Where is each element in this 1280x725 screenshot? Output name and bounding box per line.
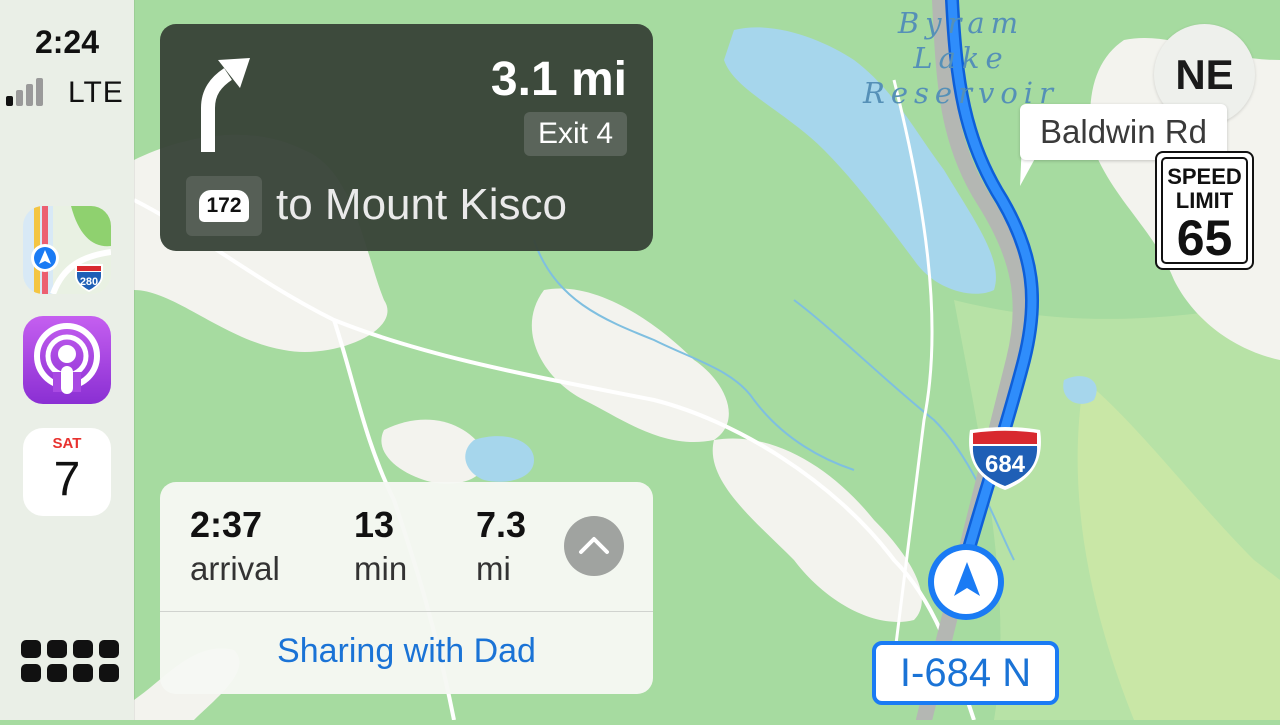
trip-info-card[interactable]: 2:37 arrival 13 min 7.3 mi Sharing with … bbox=[160, 482, 653, 694]
maps-app-button[interactable]: 280 bbox=[23, 206, 111, 294]
distance-value: 7.3 bbox=[476, 504, 527, 545]
divider bbox=[160, 611, 653, 612]
interstate-shield-number: 684 bbox=[985, 451, 1026, 478]
exit-badge: Exit 4 bbox=[523, 112, 627, 156]
water-body-label: Byram Lake Reservoir bbox=[863, 6, 1059, 110]
cellular-signal-icon bbox=[6, 78, 43, 106]
speed-limit-sign: SPEED LIMIT 65 bbox=[1155, 151, 1254, 270]
route-shield-icon: 172 bbox=[186, 176, 262, 236]
status-time: 2:24 bbox=[34, 24, 100, 60]
network-type: LTE bbox=[68, 76, 124, 109]
maneuver-distance: 3.1 mi bbox=[490, 53, 627, 106]
speed-limit-value: 65 bbox=[1176, 210, 1233, 266]
turn-guidance-card[interactable]: 3.1 mi Exit 4 172 to Mount Kisco bbox=[160, 24, 653, 251]
duration-stat: 13 min bbox=[354, 504, 407, 588]
interstate-shield-icon: 684 bbox=[969, 427, 1041, 490]
distance-unit: mi bbox=[476, 550, 511, 587]
distance-stat: 7.3 mi bbox=[476, 504, 526, 588]
maps-icon: 280 bbox=[23, 206, 111, 294]
calendar-weekday: SAT bbox=[52, 435, 82, 452]
maneuver-destination: to Mount Kisco bbox=[276, 180, 568, 229]
maps-icon-badge: 280 bbox=[80, 276, 98, 288]
share-eta-button[interactable]: Sharing with Dad bbox=[160, 632, 653, 671]
calendar-app-button[interactable]: SAT 7 bbox=[23, 428, 111, 516]
duration-unit: min bbox=[354, 550, 408, 587]
arrival-time: 2:37 bbox=[190, 504, 263, 545]
podcasts-icon bbox=[34, 323, 100, 394]
dashboard-grid-icon[interactable] bbox=[21, 640, 119, 682]
current-location-icon bbox=[928, 544, 1004, 620]
duration-value: 13 bbox=[354, 504, 395, 545]
slight-right-arrow-icon bbox=[201, 58, 250, 152]
arrival-stat: 2:37 arrival bbox=[190, 504, 280, 588]
speed-limit-label: SPEED bbox=[1167, 164, 1242, 189]
podcasts-app-button[interactable] bbox=[23, 316, 111, 404]
route-shield-number: 172 bbox=[199, 190, 249, 222]
current-road-label: I-684 N bbox=[872, 641, 1059, 705]
expand-trip-button[interactable] bbox=[564, 516, 624, 576]
carplay-sidebar: 2:24 LTE 280 SAT 7 bbox=[0, 0, 134, 720]
arrival-label: arrival bbox=[190, 550, 280, 587]
chevron-up-icon bbox=[579, 537, 609, 554]
calendar-date: 7 bbox=[53, 453, 81, 506]
